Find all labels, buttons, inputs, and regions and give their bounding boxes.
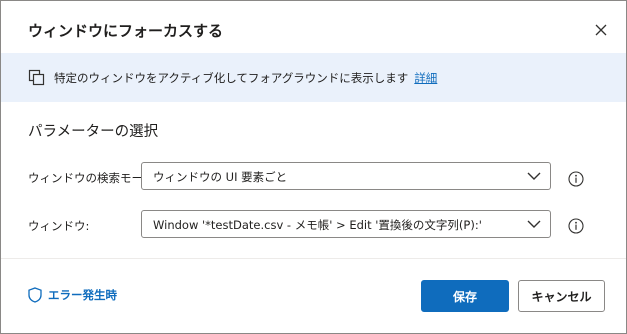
info-text: 特定のウィンドウをアクティブ化してフォアグラウンドに表示します 詳細 <box>54 70 437 86</box>
on-error-link[interactable]: エラー発生時 <box>28 287 117 303</box>
search-mode-value: ウィンドウの UI 要素ごと <box>153 170 288 184</box>
on-error-label: エラー発生時 <box>48 288 117 302</box>
close-icon <box>595 24 607 36</box>
info-circle-icon[interactable] <box>568 171 584 187</box>
window-copy-icon <box>28 69 45 86</box>
info-circle-icon[interactable] <box>568 218 584 234</box>
window-value: Window '*testDate.csv - メモ帳' > Edit '置換後… <box>153 218 482 232</box>
dialog-title: ウィンドウにフォーカスする <box>28 22 224 40</box>
cancel-button[interactable]: キャンセル <box>518 280 605 312</box>
save-button[interactable]: 保存 <box>421 280 509 312</box>
search-mode-select[interactable]: ウィンドウの UI 要素ごと <box>141 162 551 190</box>
search-mode-label: ウィンドウの検索モード: <box>28 171 159 185</box>
window-select[interactable]: Window '*testDate.csv - メモ帳' > Edit '置換後… <box>141 210 551 238</box>
window-label: ウィンドウ: <box>28 219 90 233</box>
shield-icon <box>28 287 42 303</box>
chevron-down-icon <box>527 172 541 180</box>
section-title: パラメーターの選択 <box>28 124 159 140</box>
focus-window-dialog: ウィンドウにフォーカスする 特定のウィンドウをアクティブ化してフォアグラウンドに… <box>0 0 627 334</box>
chevron-down-icon <box>527 220 541 228</box>
close-button[interactable] <box>589 18 613 42</box>
info-description: 特定のウィンドウをアクティブ化してフォアグラウンドに表示します <box>54 71 409 85</box>
info-banner: 特定のウィンドウをアクティブ化してフォアグラウンドに表示します 詳細 <box>1 53 626 102</box>
details-link[interactable]: 詳細 <box>414 71 437 85</box>
footer-divider <box>1 258 626 259</box>
